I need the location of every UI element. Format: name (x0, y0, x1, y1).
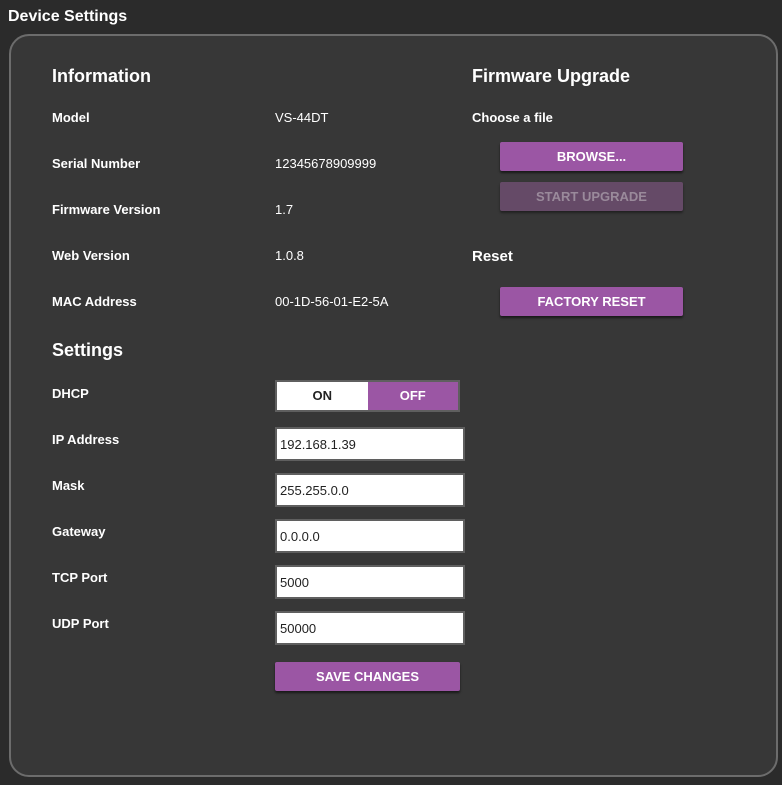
serial-number-value: 12345678909999 (275, 156, 377, 171)
tcp-port-input[interactable] (275, 565, 465, 599)
firmware-version-label: Firmware Version (52, 202, 161, 217)
mac-address-value: 00-1D-56-01-E2-5A (275, 294, 389, 309)
tcp-port-label: TCP Port (52, 570, 108, 585)
serial-number-label: Serial Number (52, 156, 141, 171)
factory-reset-button[interactable]: FACTORY RESET (500, 287, 683, 316)
mask-input[interactable] (275, 473, 465, 507)
web-version-value: 1.0.8 (275, 248, 304, 263)
settings-heading: Settings (52, 340, 124, 360)
page-title: Device Settings (8, 8, 128, 25)
dhcp-on-option[interactable]: ON (277, 382, 368, 410)
model-value: VS-44DT (275, 110, 329, 125)
gateway-label: Gateway (52, 524, 106, 539)
gateway-input[interactable] (275, 519, 465, 553)
dhcp-off-option[interactable]: OFF (367, 382, 458, 410)
mask-label: Mask (52, 478, 85, 493)
firmware-version-value: 1.7 (275, 202, 294, 217)
model-label: Model (52, 110, 90, 125)
browse-button[interactable]: BROWSE... (500, 142, 683, 171)
dhcp-toggle[interactable]: ON OFF (275, 380, 460, 412)
ip-address-input[interactable] (275, 427, 465, 461)
mac-address-label: MAC Address (52, 294, 137, 309)
device-settings-page: Device Settings Information Model VS-44D… (0, 0, 782, 785)
choose-file-label: Choose a file (472, 110, 553, 125)
web-version-label: Web Version (52, 248, 130, 263)
firmware-upgrade-heading: Firmware Upgrade (472, 66, 631, 86)
ip-address-label: IP Address (52, 432, 120, 447)
save-changes-button[interactable]: SAVE CHANGES (275, 662, 460, 691)
start-upgrade-button[interactable]: START UPGRADE (500, 182, 683, 211)
udp-port-input[interactable] (275, 611, 465, 645)
dhcp-label: DHCP (52, 386, 89, 401)
information-heading: Information (52, 66, 151, 86)
udp-port-label: UDP Port (52, 616, 109, 631)
reset-heading: Reset (472, 248, 513, 265)
